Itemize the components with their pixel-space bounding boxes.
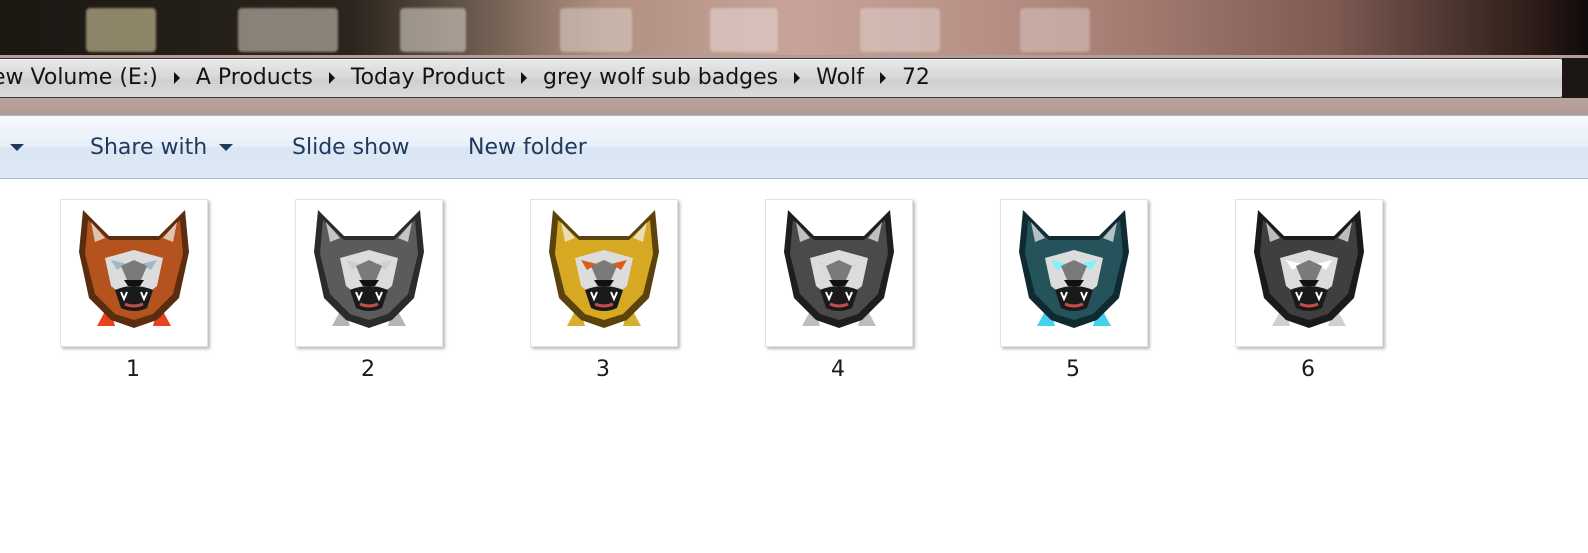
breadcrumb-item-new-volume[interactable]: ew Volume (E:) [0,59,172,97]
file-list-pane[interactable]: 1 2 3 4 5 6 [0,179,1588,553]
image-thumbnail[interactable] [1235,199,1383,347]
organize-dropdown-button[interactable] [10,116,24,178]
breadcrumb-item-72[interactable]: 72 [888,59,944,97]
image-thumbnail[interactable] [530,199,678,347]
file-item[interactable]: 4 [734,199,914,389]
file-name-label: 5 [1066,357,1080,382]
chevron-right-icon[interactable] [172,72,182,84]
chevron-right-icon[interactable] [878,72,888,84]
breadcrumb-item-wolf[interactable]: Wolf [802,59,878,97]
desktop-background [0,0,1588,58]
breadcrumb[interactable]: ew Volume (E:) A Products Today Product … [0,58,1563,98]
breadcrumb-item-a-products[interactable]: A Products [182,59,327,97]
orange-wolf-badge-thumbnail [79,210,189,328]
file-item[interactable]: 1 [29,199,209,389]
command-toolbar: Share with Slide show New folder [0,115,1588,179]
chevron-down-icon [10,143,24,151]
file-name-label: 3 [596,357,610,382]
cyan-wolf-badge-thumbnail [1019,210,1129,328]
file-item[interactable]: 2 [264,199,444,389]
image-thumbnail[interactable] [295,199,443,347]
breadcrumb-item-grey-wolf-sub-badges[interactable]: grey wolf sub badges [529,59,792,97]
chevron-down-icon [219,143,234,151]
file-name-label: 2 [361,357,375,382]
new-folder-button[interactable]: New folder [468,116,587,178]
share-with-button[interactable]: Share with [90,116,234,178]
grey-wolf-badge-thumbnail [314,210,424,328]
file-name-label: 6 [1301,357,1315,382]
image-thumbnail[interactable] [60,199,208,347]
chevron-right-icon[interactable] [792,72,802,84]
file-name-label: 4 [831,357,845,382]
dark-grey-wolf-badge-thumbnail [784,210,894,328]
yellow-wolf-badge-thumbnail [549,210,659,328]
image-thumbnail[interactable] [765,199,913,347]
file-item[interactable]: 5 [969,199,1149,389]
chevron-right-icon[interactable] [519,72,529,84]
slide-show-label: Slide show [292,134,410,160]
file-item[interactable]: 3 [499,199,679,389]
file-name-label: 1 [126,357,140,382]
window-frame-edge [1562,58,1588,98]
slide-show-button[interactable]: Slide show [292,116,410,178]
share-with-label: Share with [90,134,208,160]
chevron-right-icon[interactable] [327,72,337,84]
new-folder-label: New folder [468,134,587,160]
image-thumbnail[interactable] [1000,199,1148,347]
file-item[interactable]: 6 [1204,199,1384,389]
address-area: ew Volume (E:) A Products Today Product … [0,55,1588,115]
breadcrumb-item-today-product[interactable]: Today Product [337,59,519,97]
silver-wolf-badge-thumbnail [1254,210,1364,328]
